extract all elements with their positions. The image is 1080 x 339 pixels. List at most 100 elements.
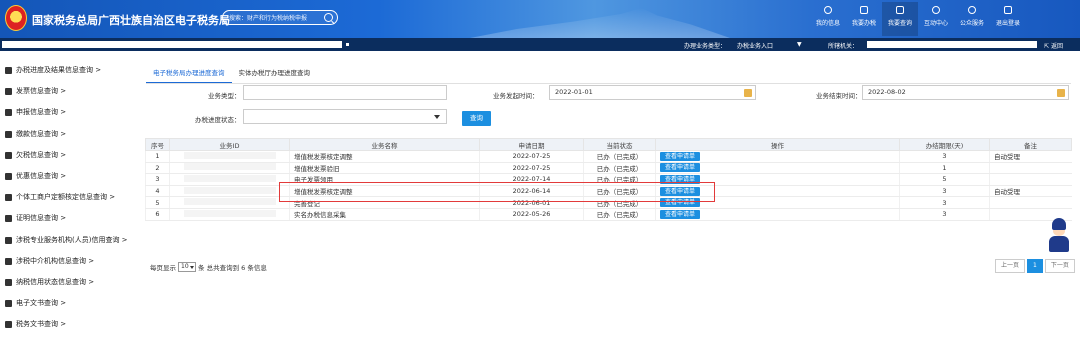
current-page-button[interactable]: 1 [1027, 259, 1043, 273]
tax-document-icon [5, 321, 12, 329]
sidebar-item-label: 涉税中介机构信息查询 > [16, 256, 95, 265]
column-header: 操作 [655, 138, 900, 151]
id-redacted [183, 174, 276, 182]
sidebar-item-certificate[interactable]: 证明信息查询 > [0, 208, 136, 229]
calendar-icon[interactable] [1057, 89, 1065, 97]
query-button[interactable]: 查询 [462, 111, 491, 126]
great-wall-banner [470, 8, 730, 38]
status-icon [5, 278, 12, 286]
top-nav: 我的信息 我要办税 我要查询 互动中心 公众服务 退出登录 [810, 2, 1026, 36]
row-id [169, 162, 290, 175]
row-no: 4 [145, 185, 170, 198]
row-note [989, 162, 1072, 175]
column-header: 备注 [989, 138, 1072, 151]
search-input[interactable] [229, 13, 319, 23]
row-id [169, 208, 290, 221]
chat-icon [932, 6, 940, 14]
sidebar-item-arrears[interactable]: 欠税信息查询 > [0, 145, 136, 166]
row-name: 实名办税信息采集 [289, 208, 480, 221]
start-date-input[interactable]: 2022-01-01 [549, 85, 756, 100]
nav-query[interactable]: 我要查询 [882, 2, 918, 36]
row-date: 2022-05-26 [479, 208, 584, 221]
biz-type-input[interactable] [243, 85, 447, 100]
nav-public-service[interactable]: 公众服务 [954, 2, 990, 36]
identity-value[interactable]: 办税业务入口 [737, 41, 773, 50]
payment-icon [5, 130, 12, 138]
certificate-icon [5, 215, 12, 223]
sidebar-item-label: 税务文书查询 > [16, 320, 67, 329]
column-header: 办结期限(天) [899, 138, 990, 151]
identity-label: 办理业务类型： [684, 43, 727, 50]
biz-type-label: 业务类型： [208, 92, 241, 100]
next-page-button[interactable]: 下一页 [1044, 259, 1075, 273]
tab-bar: 电子税务局办理进度查询 实体办税厅办理进度查询 [146, 67, 317, 83]
sidebar-item-label: 个体工商户定额核定信息查询 > [16, 193, 116, 202]
tab-hall-progress[interactable]: 实体办税厅办理进度查询 [232, 67, 318, 83]
table-row: 1 增值税发票核定调整 2022-07-25 已办（已完成） 查看申请单 3 自… [145, 150, 1072, 163]
row-note [989, 173, 1072, 186]
search-box[interactable] [222, 10, 338, 25]
id-redacted [183, 198, 276, 206]
nav-my-info[interactable]: 我的信息 [810, 2, 846, 36]
declare-icon [5, 109, 12, 117]
progress-status-label: 办税进度状态： [195, 116, 241, 124]
view-application-button[interactable]: 查看申请单 [660, 163, 701, 173]
results-table: 序号 业务ID 业务名称 申请日期 当前状态 操作 办结期限(天) 备注 1 增… [145, 138, 1072, 221]
row-note: 自动受理 [989, 150, 1072, 163]
sidebar-item-quota[interactable]: 个体工商户定额核定信息查询 > [0, 187, 136, 208]
sidebar-item-label: 申报信息查询 > [16, 108, 67, 117]
progress-status-select[interactable] [243, 109, 447, 124]
nav-do-tax[interactable]: 我要办税 [846, 2, 882, 36]
calendar-icon[interactable] [744, 89, 752, 97]
prev-page-button[interactable]: 上一页 [995, 259, 1026, 273]
id-redacted [183, 186, 276, 194]
quota-icon [5, 194, 12, 202]
column-header: 业务ID [169, 138, 290, 151]
service-icon [968, 6, 976, 14]
sidebar-item-invoice[interactable]: 发票信息查询 > [0, 81, 136, 102]
site-title: 国家税务总局广西壮族自治区电子税务局 [32, 14, 230, 27]
end-date-input[interactable]: 2022-08-02 [862, 85, 1069, 100]
sidebar-item-label: 纳税信用状态信息查询 > [16, 277, 95, 286]
back-link[interactable]: ⇱ 返回 [1044, 41, 1063, 50]
assistant-avatar[interactable] [1044, 214, 1074, 254]
view-application-button[interactable]: 查看申请单 [660, 209, 701, 219]
discount-icon [5, 172, 12, 180]
row-no: 3 [145, 173, 170, 186]
tab-online-progress[interactable]: 电子税务局办理进度查询 [146, 67, 232, 83]
sidebar-item-credit[interactable]: 涉税专业服务机构(人员)信用查询 > [0, 230, 136, 251]
id-redacted [183, 163, 276, 171]
sidebar-item-e-document[interactable]: 电子文书查询 > [0, 293, 136, 314]
logout-icon [1004, 6, 1012, 14]
sidebar-item-payment[interactable]: 缴款信息查询 > [0, 124, 136, 145]
sidebar-item-declare[interactable]: 申报信息查询 > [0, 102, 136, 123]
pagination-info: 每页显示 10 条 总共查询到 6 条信息 [150, 262, 267, 272]
progress-icon [5, 67, 12, 74]
sidebar-item-tax-document[interactable]: 税务文书查询 > [0, 314, 136, 335]
view-application-button[interactable]: 查看申请单 [660, 151, 701, 161]
nav-logout[interactable]: 退出登录 [990, 2, 1026, 36]
search-icon[interactable] [324, 13, 333, 22]
sidebar-item-agency[interactable]: 涉税中介机构信息查询 > [0, 251, 136, 272]
sidebar-item-progress[interactable]: 办税进度及结果信息查询 > [0, 60, 136, 81]
page-size-select[interactable]: 10 [178, 262, 196, 272]
nav-label: 我的信息 [815, 20, 840, 27]
id-redacted [183, 151, 276, 159]
row-action: 查看申请单 [655, 208, 900, 221]
chevron-down-icon[interactable]: ▼ [797, 41, 802, 48]
org-label: 所辖机关： [828, 43, 859, 50]
identity-bar: 办理业务类型： 办税业务入口 ▼ 所辖机关： ⇱ 返回 [0, 38, 1080, 51]
sidebar-item-label: 办税进度及结果信息查询 > [16, 66, 102, 74]
row-action: 查看申请单 [655, 150, 900, 163]
nav-interaction[interactable]: 互动中心 [918, 2, 954, 36]
row-status: 已办（已完成） [583, 150, 656, 163]
row-note: 自动受理 [989, 185, 1072, 198]
row-action: 查看申请单 [655, 162, 900, 175]
agency-icon [5, 257, 12, 265]
invoice-icon [5, 88, 12, 96]
sidebar-item-credit-status[interactable]: 纳税信用状态信息查询 > [0, 272, 136, 293]
start-date-label: 业务发起时间： [493, 92, 539, 100]
sidebar-item-label: 涉税专业服务机构(人员)信用查询 > [16, 235, 128, 244]
chart-icon [896, 6, 904, 14]
sidebar-item-discount[interactable]: 优惠信息查询 > [0, 166, 136, 187]
